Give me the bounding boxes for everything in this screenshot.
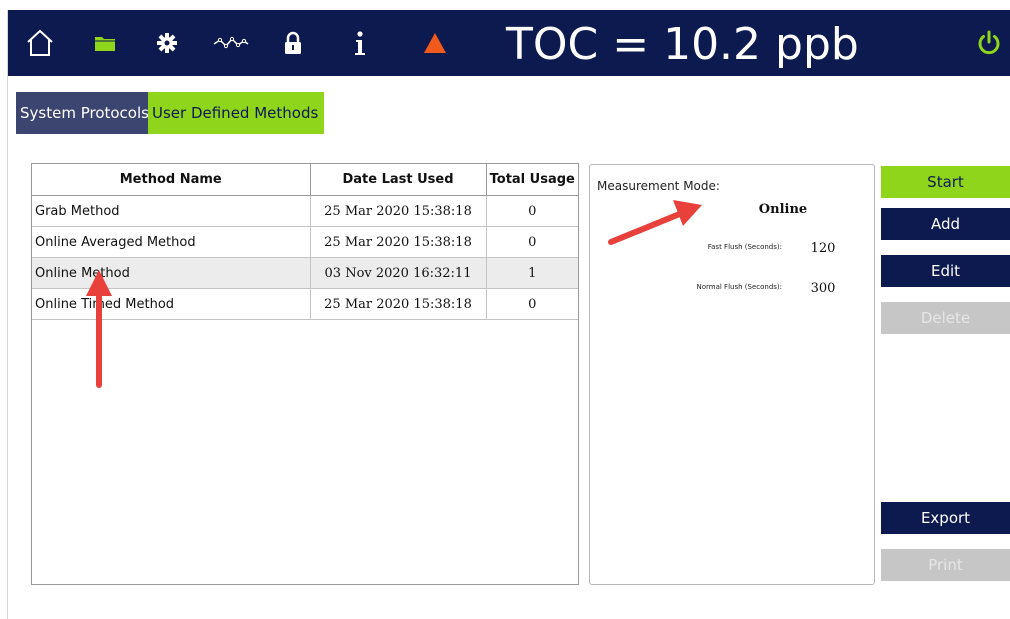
table-row[interactable]: Grab Method 25 Mar 2020 15:38:18 0 (32, 195, 578, 227)
delete-button[interactable]: Delete (881, 302, 1010, 334)
edit-button[interactable]: Edit (881, 255, 1010, 287)
column-header-date-last-used[interactable]: Date Last Used (309, 164, 487, 196)
table-row-selected[interactable]: Online Method 03 Nov 2020 16:32:11 1 (32, 257, 578, 289)
start-button[interactable]: Start (881, 166, 1010, 198)
folder-icon[interactable] (90, 10, 120, 76)
date-last-used-cell: 25 Mar 2020 15:38:18 (309, 288, 487, 320)
table-row[interactable]: Online Timed Method 25 Mar 2020 15:38:18… (32, 288, 578, 320)
fast-flush-label: Fast Flush (Seconds): (707, 243, 782, 251)
date-last-used-cell: 25 Mar 2020 15:38:18 (309, 226, 487, 258)
gear-icon[interactable] (152, 10, 182, 76)
add-button[interactable]: Add (881, 208, 1010, 240)
normal-flush-label: Normal Flush (Seconds): (696, 283, 783, 291)
table-header-row: Method Name Date Last Used Total Usage (32, 164, 578, 196)
date-last-used-cell: 25 Mar 2020 15:38:18 (309, 195, 487, 227)
lock-icon[interactable] (280, 10, 306, 76)
power-icon[interactable] (972, 10, 1006, 76)
methods-table: Method Name Date Last Used Total Usage G… (31, 163, 579, 585)
measurement-mode-value: Online (758, 202, 808, 217)
normal-flush-value: 300 (810, 281, 836, 296)
warning-icon[interactable] (420, 10, 450, 76)
tab-system-protocols[interactable]: System Protocols (16, 92, 149, 134)
table-row[interactable]: Online Averaged Method 25 Mar 2020 15:38… (32, 226, 578, 258)
date-last-used-cell: 03 Nov 2020 16:32:11 (309, 257, 487, 289)
info-icon[interactable] (348, 10, 372, 76)
total-usage-cell: 1 (485, 257, 578, 289)
method-name-cell: Online Timed Method (32, 288, 311, 320)
measurement-mode-label: Measurement Mode: (597, 179, 720, 193)
print-button[interactable]: Print (881, 549, 1010, 581)
column-header-total-usage[interactable]: Total Usage (485, 164, 578, 196)
total-usage-cell: 0 (485, 226, 578, 258)
tab-user-defined-methods[interactable]: User Defined Methods (148, 92, 324, 134)
total-usage-cell: 0 (485, 195, 578, 227)
column-header-method-name[interactable]: Method Name (32, 164, 311, 196)
total-usage-cell: 0 (485, 288, 578, 320)
top-bar: TOC = 10.2 ppb (8, 10, 1010, 76)
home-icon[interactable] (22, 10, 58, 76)
fast-flush-value: 120 (810, 241, 836, 256)
toc-reading-title: TOC = 10.2 ppb (506, 19, 859, 70)
method-name-cell: Online Averaged Method (32, 226, 311, 258)
method-name-cell: Online Method (32, 257, 311, 289)
method-details-panel: Measurement Mode: Online Fast Flush (Sec… (589, 164, 875, 585)
export-button[interactable]: Export (881, 502, 1010, 534)
trend-icon[interactable] (211, 10, 251, 76)
method-name-cell: Grab Method (32, 195, 311, 227)
left-edge-line (7, 10, 8, 619)
